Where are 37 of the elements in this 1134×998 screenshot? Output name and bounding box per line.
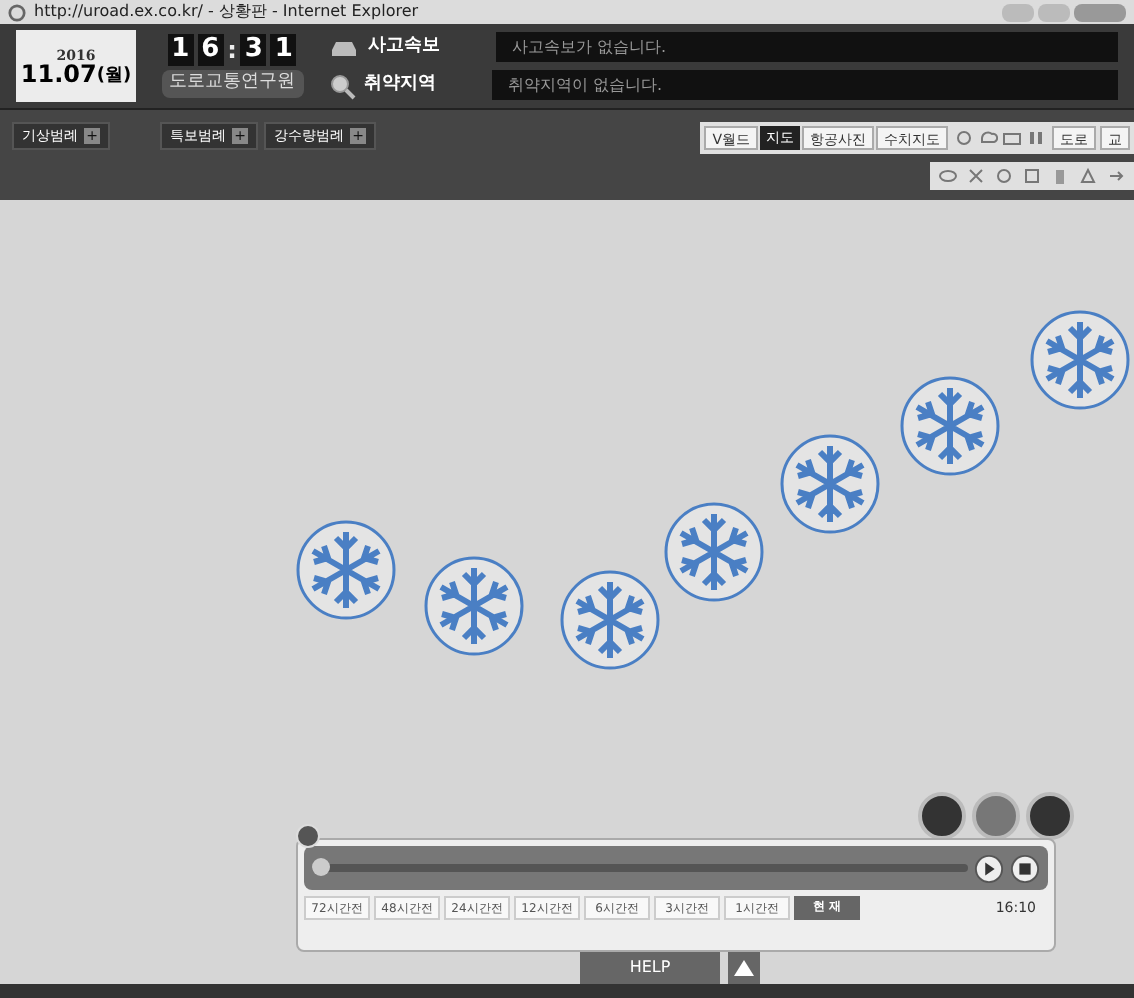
clock-digit: 3	[240, 34, 267, 67]
arrow-icon[interactable]	[1106, 166, 1126, 186]
organization-label: 도로교통연구원	[161, 70, 303, 98]
snowflake-marker[interactable]	[780, 434, 880, 534]
clock-digit: 6	[197, 34, 224, 67]
clock-separator: :	[227, 38, 237, 63]
shape-icon[interactable]	[1078, 166, 1098, 186]
close-button[interactable]	[1074, 3, 1126, 21]
search-icon	[328, 71, 356, 99]
stop-button[interactable]	[1010, 853, 1040, 883]
eye-icon[interactable]	[938, 166, 958, 186]
slider-thumb[interactable]	[312, 858, 330, 876]
alert-message: 취약지역이 없습니다.	[492, 70, 1118, 100]
date: 11.07	[20, 61, 97, 85]
snowflake-marker[interactable]	[424, 556, 524, 656]
clock-digit: 1	[167, 34, 194, 67]
clock-digit: 1	[270, 34, 297, 67]
browser-icon	[8, 3, 26, 21]
help-button[interactable]: HELP	[580, 952, 720, 984]
expand-button[interactable]	[728, 952, 760, 984]
columns-icon[interactable]	[1026, 128, 1046, 148]
snowflake-marker[interactable]	[1030, 310, 1130, 410]
window-title: http://uroad.ex.co.kr/ - 상황판 - Internet Explorer	[34, 4, 419, 20]
snowflake-marker[interactable]	[296, 520, 396, 620]
play-button[interactable]	[974, 853, 1004, 883]
snowflake-marker[interactable]	[664, 502, 764, 602]
grid-icon[interactable]	[1022, 166, 1042, 186]
alert-message: 사고속보가 없습니다.	[496, 32, 1118, 62]
timeline-slider[interactable]	[312, 864, 968, 872]
snowflake-marker[interactable]	[560, 570, 660, 670]
alert-label: 취약지역	[364, 71, 438, 98]
collapse-button[interactable]	[296, 824, 320, 848]
weekday: (월)	[96, 67, 132, 85]
cross-icon[interactable]	[966, 166, 986, 186]
cloud-icon[interactable]	[978, 128, 998, 148]
alert-label: 사고속보	[368, 33, 442, 60]
snowflake-marker[interactable]	[900, 376, 1000, 476]
